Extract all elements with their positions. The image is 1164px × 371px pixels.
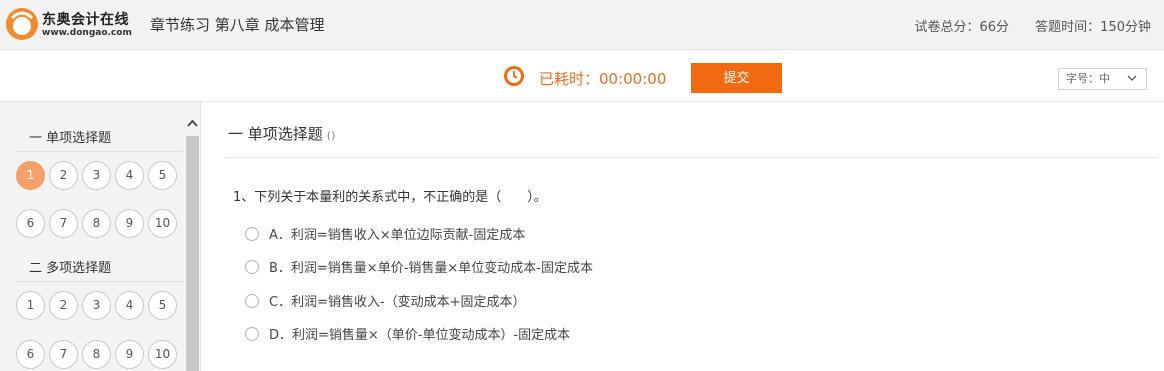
nav-section-title-multiple: 二 多项选择题 <box>29 261 112 276</box>
top-header: 东奥会计在线 www.dongao.com 章节练习 第八章 成本管理 试卷总分… <box>0 0 1164 50</box>
radio-button[interactable] <box>245 294 259 308</box>
question-number[interactable]: 7 <box>49 209 78 238</box>
section-heading-paren: () <box>326 129 336 142</box>
question-number[interactable]: 3 <box>82 161 111 190</box>
option-label: C．利润=销售收入-（变动成本+固定成本） <box>269 295 526 310</box>
toolbar: 已耗时：00:00:00 提交 字号：中 <box>0 51 1164 102</box>
question-number[interactable]: 4 <box>115 161 144 190</box>
chevron-down-icon <box>1127 75 1137 81</box>
question-number[interactable]: 2 <box>49 161 78 190</box>
divider <box>15 151 183 152</box>
nav-section-title-single: 一 单项选择题 <box>29 131 112 146</box>
question-number[interactable]: 5 <box>148 291 177 320</box>
elapsed-time: 已耗时：00:00:00 <box>539 70 667 88</box>
scrollbar-thumb[interactable] <box>186 136 199 371</box>
question-number[interactable]: 9 <box>115 209 144 238</box>
radio-button[interactable] <box>245 260 259 274</box>
total-score: 试卷总分：66分 <box>914 20 1009 35</box>
font-size-select[interactable]: 字号：中 <box>1058 68 1147 90</box>
question-number[interactable]: 5 <box>148 161 177 190</box>
clock-icon <box>504 66 524 86</box>
section-heading: 一 单项选择题() <box>228 123 335 144</box>
answer-option-d[interactable]: D．利润=销售量×（单价-单位变动成本）-固定成本 <box>245 324 570 343</box>
question-number[interactable]: 10 <box>148 209 177 238</box>
submit-button[interactable]: 提交 <box>691 63 782 93</box>
question-number[interactable]: 8 <box>82 340 111 369</box>
question-navigator: 一 单项选择题 1 2 3 4 5 6 7 8 9 10 二 多项选择题 1 2… <box>0 102 201 371</box>
brand-url: www.dongao.com <box>42 28 132 38</box>
question-number[interactable]: 6 <box>16 209 45 238</box>
answer-option-c[interactable]: C．利润=销售收入-（变动成本+固定成本） <box>245 291 526 310</box>
brand-name: 东奥会计在线 <box>42 12 129 28</box>
question-number[interactable]: 3 <box>82 291 111 320</box>
chevron-up-icon[interactable] <box>185 116 200 130</box>
question-stem: 1、下列关于本量利的关系式中，不正确的是（ ）。 <box>233 190 547 205</box>
option-label: B．利润=销售量×单价-销售量×单位变动成本-固定成本 <box>269 261 593 276</box>
question-number[interactable]: 6 <box>16 340 45 369</box>
navigator-scrollbar[interactable] <box>185 102 200 371</box>
divider <box>225 157 1157 158</box>
divider <box>15 281 183 282</box>
question-number[interactable]: 8 <box>82 209 111 238</box>
question-number[interactable]: 10 <box>148 340 177 369</box>
answer-option-b[interactable]: B．利润=销售量×单价-销售量×单位变动成本-固定成本 <box>245 257 593 276</box>
question-number[interactable]: 2 <box>49 291 78 320</box>
radio-button[interactable] <box>245 227 259 241</box>
page-title: 章节练习 第八章 成本管理 <box>150 16 325 34</box>
answer-option-a[interactable]: A．利润=销售收入×单位边际贡献-固定成本 <box>245 224 525 243</box>
question-number[interactable]: 4 <box>115 291 144 320</box>
question-number[interactable]: 1 <box>16 291 45 320</box>
font-size-label: 字号：中 <box>1066 72 1110 85</box>
question-number-current[interactable]: 1 <box>16 161 45 190</box>
radio-button[interactable] <box>245 327 259 341</box>
dongao-logo <box>6 8 38 40</box>
option-label: D．利润=销售量×（单价-单位变动成本）-固定成本 <box>269 328 571 343</box>
option-label: A．利润=销售收入×单位边际贡献-固定成本 <box>269 228 526 243</box>
question-number[interactable]: 9 <box>115 340 144 369</box>
question-number[interactable]: 7 <box>49 340 78 369</box>
section-heading-text: 一 单项选择题 <box>228 125 323 143</box>
exam-time: 答题时间：150分钟 <box>1035 20 1151 35</box>
